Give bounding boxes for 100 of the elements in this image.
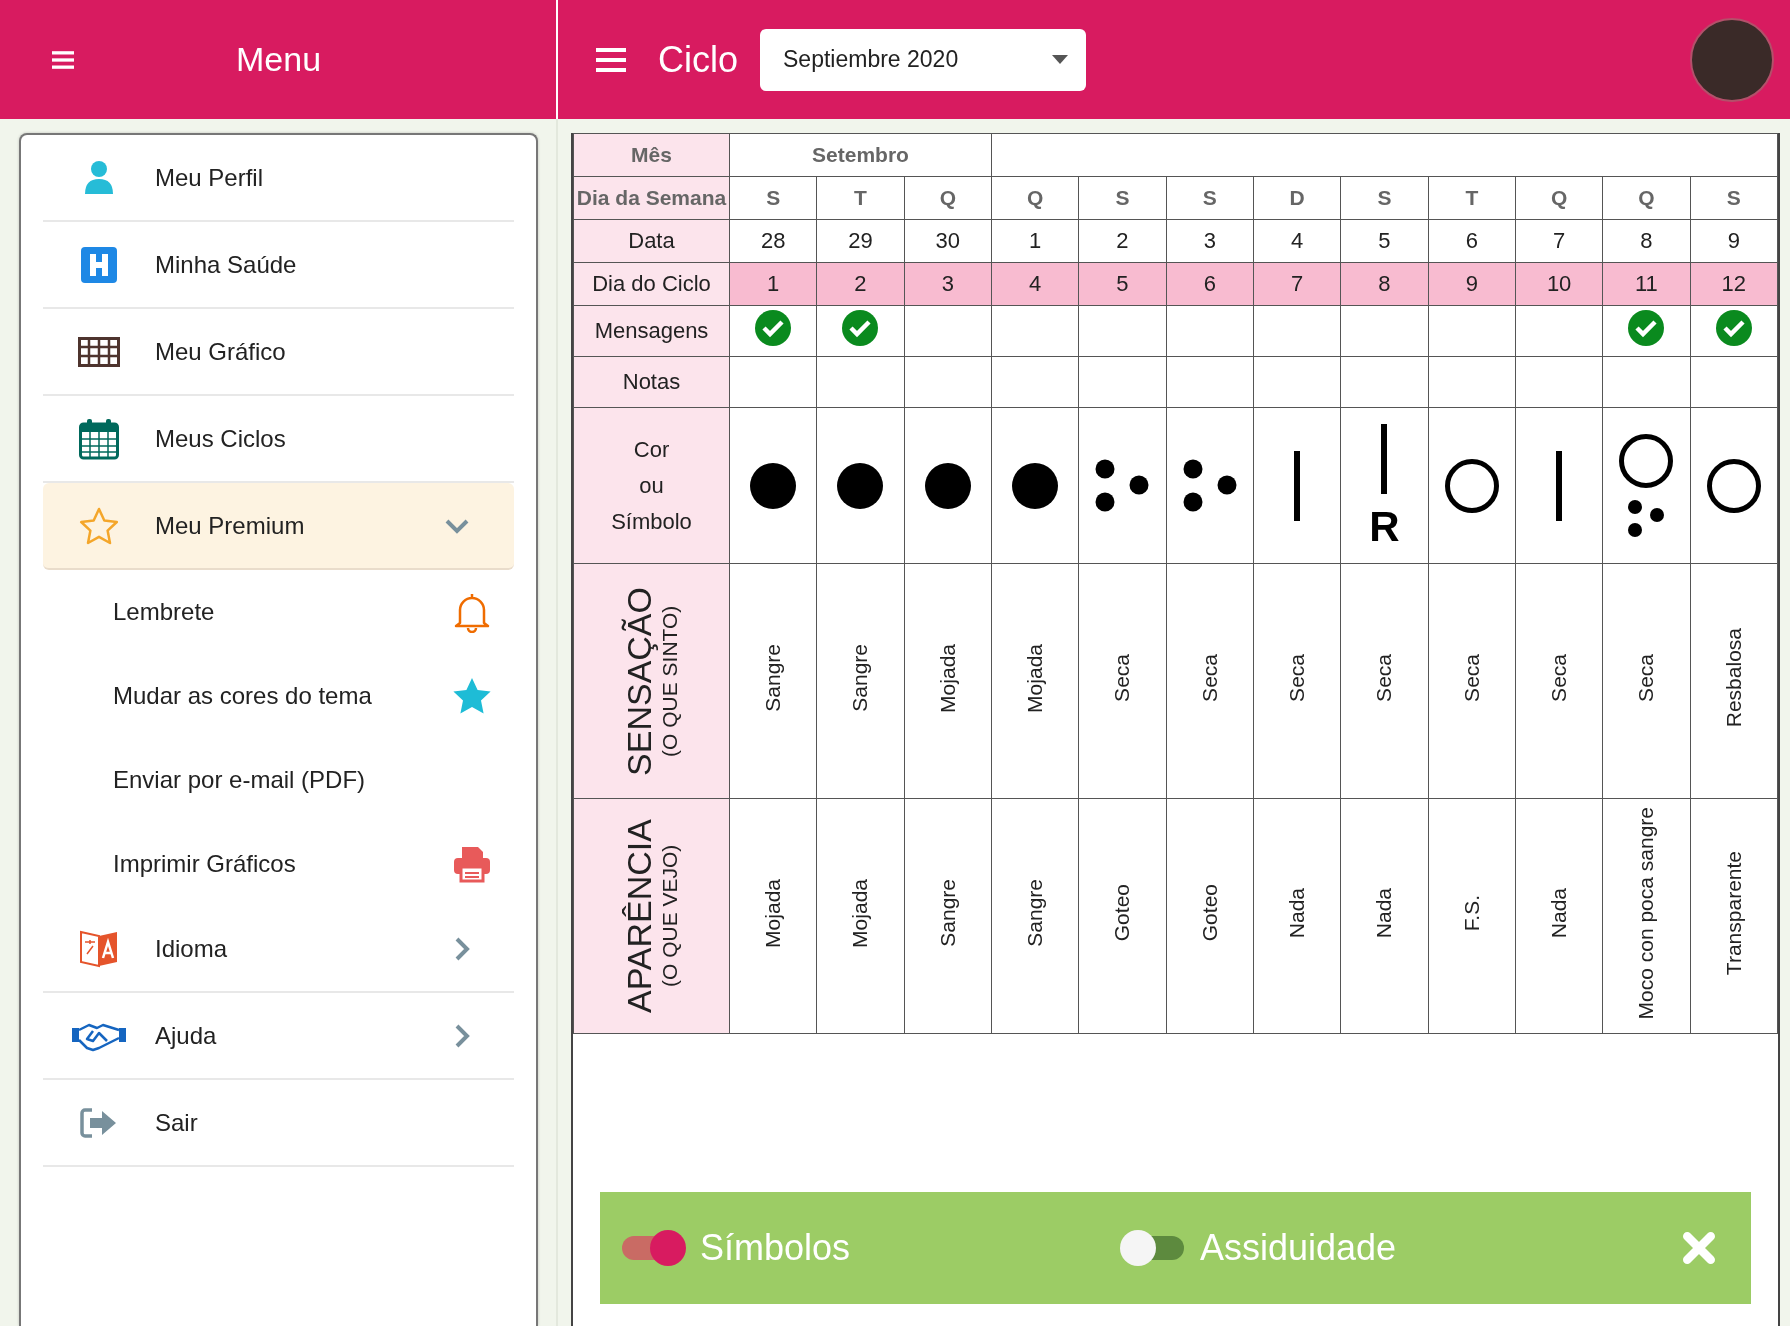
- appearance-cell: Mojada: [848, 878, 873, 948]
- weekday-cell: T: [1428, 176, 1516, 220]
- submenu-item[interactable]: Imprimir Gráficos: [43, 822, 514, 906]
- sensation-cell: Mojada: [1023, 643, 1048, 713]
- date-cell: 1: [991, 219, 1079, 263]
- three-dots-symbol: [1182, 458, 1237, 513]
- date-cell: 30: [904, 219, 992, 263]
- symbol-letter: R: [1369, 505, 1400, 548]
- sensation-cell: Sangre: [761, 644, 786, 712]
- date-cell: 4: [1253, 219, 1341, 263]
- date-cell: 28: [729, 219, 817, 263]
- row-label: Cor ou Símbolo: [573, 407, 730, 564]
- month-cell: Setembro: [812, 143, 909, 166]
- circle-symbol: [1706, 458, 1761, 513]
- circle-symbol: [1619, 433, 1674, 488]
- menu-item[interactable]: Meu Perfil: [43, 135, 514, 222]
- sensation-cell: Seca: [1372, 654, 1397, 702]
- cycle-day-cell: 1: [729, 262, 817, 306]
- check-circle-icon[interactable]: [755, 310, 792, 346]
- row-label: Data: [573, 219, 730, 263]
- date-cell: 9: [1690, 219, 1778, 263]
- caret-icon: [1052, 55, 1068, 64]
- row-label: SENSAÇÃO: [621, 586, 658, 776]
- exit-icon: [80, 1107, 118, 1138]
- sensation-cell: Seca: [1459, 654, 1484, 702]
- weekday-cell: S: [1690, 176, 1778, 220]
- row-label: APARÊNCIA: [621, 819, 658, 1013]
- weekday-cell: Q: [991, 176, 1079, 220]
- weekday-cell: D: [1253, 176, 1341, 220]
- check-circle-icon[interactable]: [1628, 310, 1665, 346]
- date-cell: 3: [1166, 219, 1254, 263]
- appearance-cell: Goteo: [1110, 884, 1135, 942]
- cycle-day-cell: 11: [1602, 262, 1691, 306]
- weekday-cell: S: [1340, 176, 1429, 220]
- row-sublabel: (O QUE VEJO): [657, 844, 682, 988]
- row-label: Dia da Semana: [573, 176, 730, 220]
- row-label: Dia do Ciclo: [573, 262, 730, 306]
- check-circle-icon[interactable]: [1715, 310, 1752, 346]
- date-cell: 6: [1428, 219, 1516, 263]
- menu-item[interactable]: Meu Gráfico: [43, 309, 514, 396]
- cycle-day-cell: 6: [1166, 262, 1254, 306]
- appearance-cell: F.S.: [1459, 894, 1484, 932]
- weekday-cell: S: [1078, 176, 1167, 220]
- row-label: Notas: [573, 356, 730, 408]
- appearance-cell: Sangre: [1023, 879, 1048, 947]
- filled-dot-symbol: [924, 462, 971, 509]
- weekday-cell: Q: [1515, 176, 1603, 220]
- check-circle-icon[interactable]: [842, 310, 879, 346]
- circle-symbol: [1444, 458, 1499, 513]
- row-label: Mensagens: [573, 305, 730, 357]
- toggle-switch[interactable]: [620, 1230, 686, 1266]
- filled-dot-symbol: [837, 462, 884, 509]
- cycle-day-cell: 3: [904, 262, 992, 306]
- appearance-cell: Moco con poca sangre: [1634, 806, 1659, 1020]
- sensation-cell: Resbalosa: [1721, 628, 1746, 728]
- page-title: Ciclo: [658, 38, 738, 81]
- cycle-day-cell: 9: [1428, 262, 1516, 306]
- sensation-cell: Seca: [1197, 654, 1222, 702]
- date-cell: 2: [1078, 219, 1167, 263]
- grid-icon: [78, 336, 120, 367]
- printer-icon: [452, 845, 492, 883]
- menu-item[interactable]: Ajuda: [43, 993, 514, 1080]
- toggle-switch[interactable]: [1120, 1230, 1186, 1266]
- hospital-icon: [81, 246, 117, 283]
- toggle-label: Símbolos: [700, 1227, 851, 1269]
- bell-icon: [452, 591, 492, 633]
- appearance-cell: Transparente: [1721, 850, 1746, 976]
- appearance-cell: Nada: [1547, 887, 1572, 939]
- appearance-cell: Sangre: [935, 879, 960, 947]
- star-icon: [79, 506, 119, 545]
- menu-item[interactable]: Idioma: [43, 906, 514, 993]
- appearance-cell: Nada: [1372, 887, 1397, 939]
- toggle-label: Assiduidade: [1200, 1227, 1397, 1269]
- submenu-item[interactable]: Lembrete: [43, 570, 514, 654]
- weekday-cell: Q: [904, 176, 992, 220]
- sensation-cell: Mojada: [935, 643, 960, 713]
- three-dots-symbol: [1628, 499, 1665, 538]
- sensation-cell: Seca: [1634, 654, 1659, 702]
- menu-item[interactable]: Meu Premium: [43, 483, 514, 570]
- weekday-cell: T: [816, 176, 905, 220]
- submenu-item[interactable]: Enviar por e-mail (PDF): [43, 738, 514, 822]
- three-dots-symbol: [1095, 458, 1150, 513]
- filled-dot-symbol: [750, 462, 797, 509]
- menu-icon[interactable]: [52, 50, 74, 69]
- submenu-item[interactable]: Mudar as cores do tema: [43, 654, 514, 738]
- menu-icon[interactable]: [596, 47, 626, 72]
- star-icon: [452, 677, 492, 715]
- date-cell: 5: [1340, 219, 1429, 263]
- sensation-cell: Sangre: [848, 644, 873, 712]
- appearance-cell: Goteo: [1197, 884, 1222, 942]
- appearance-cell: Nada: [1285, 887, 1310, 939]
- cycle-day-cell: 2: [816, 262, 905, 306]
- calendar-icon: [79, 417, 119, 460]
- menu-item[interactable]: Minha Saúde: [43, 222, 514, 309]
- row-sublabel: (O QUE SINTO): [657, 605, 682, 757]
- sensation-cell: Seca: [1547, 654, 1572, 702]
- menu-item[interactable]: Sair: [43, 1080, 514, 1167]
- month-select[interactable]: Septiembre 2020: [760, 28, 1086, 91]
- sensation-cell: Seca: [1285, 654, 1310, 702]
- cycle-day-cell: 4: [991, 262, 1079, 306]
